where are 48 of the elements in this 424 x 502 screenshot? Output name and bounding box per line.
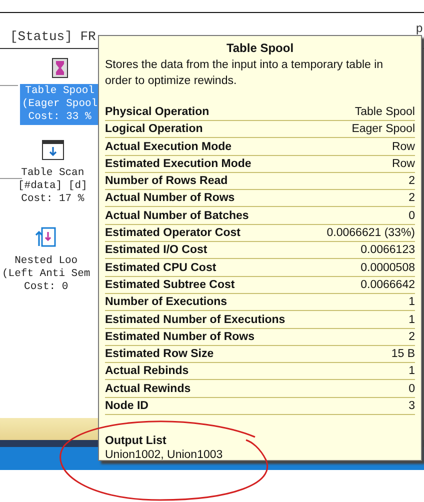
property-name: Number of Rows Read bbox=[105, 174, 228, 190]
property-value: 2 bbox=[408, 174, 415, 190]
property-name: Estimated Number of Executions bbox=[105, 312, 286, 328]
property-name: Estimated I/O Cost bbox=[105, 243, 208, 258]
plan-node-label[interactable]: Nested Loo (Left Anti Sem Cost: 0 bbox=[0, 254, 92, 295]
property-value: 0.0066621 (33%) bbox=[326, 226, 415, 242]
property-value: 0.0066123 bbox=[360, 243, 415, 258]
tooltip-title: Table Spool bbox=[225, 41, 295, 55]
property-value: Row bbox=[392, 140, 415, 155]
connector-line bbox=[0, 85, 18, 86]
property-value: 2 bbox=[408, 330, 415, 345]
loop-arrows-icon bbox=[35, 226, 58, 248]
property-name: Node ID bbox=[105, 399, 148, 414]
property-value: Table Spool bbox=[354, 105, 415, 120]
property-value: 2 bbox=[408, 191, 415, 206]
property-name: Estimated Execution Mode bbox=[105, 156, 252, 172]
output-list-label: Output List bbox=[105, 435, 168, 448]
property-value: 0 bbox=[408, 382, 415, 397]
plan-node-label[interactable]: Table Scan [#data] [d] Cost: 17 % bbox=[16, 166, 90, 207]
property-value: 1 bbox=[408, 364, 415, 380]
property-name: Estimated Number of Rows bbox=[105, 330, 255, 345]
property-value: Eager Spool bbox=[352, 122, 415, 138]
property-name: Logical Operation bbox=[105, 122, 203, 138]
property-name: Actual Execution Mode bbox=[105, 140, 232, 155]
connector-line bbox=[0, 178, 22, 179]
property-name: Actual Rewinds bbox=[105, 382, 191, 397]
plan-header-text: [Status] FR bbox=[10, 29, 96, 44]
property-value: 0.0066642 bbox=[360, 278, 415, 293]
tooltip-description: Stores the data from the input into a temporary table in order to optimize rewinds. bbox=[105, 58, 384, 89]
property-value: 15 B bbox=[391, 347, 415, 362]
property-value: 1 bbox=[408, 312, 415, 328]
property-value: 1 bbox=[408, 295, 415, 310]
property-name: Estimated CPU Cost bbox=[105, 260, 216, 276]
property-name: Actual Number of Batches bbox=[105, 208, 249, 224]
property-name: Estimated Subtree Cost bbox=[105, 278, 235, 293]
property-name: Estimated Operator Cost bbox=[105, 226, 240, 242]
property-name: Actual Rebinds bbox=[105, 364, 189, 380]
property-value: 0 bbox=[408, 208, 415, 224]
property-value: Row bbox=[392, 156, 415, 172]
property-value: 0.0000508 bbox=[360, 260, 415, 276]
property-name: Physical Operation bbox=[105, 105, 210, 120]
plan-header-text: p bbox=[416, 21, 423, 35]
property-name: Number of Executions bbox=[105, 295, 228, 310]
hourglass-icon bbox=[52, 58, 68, 78]
output-list-value: Union1002, Union1003 bbox=[105, 449, 224, 462]
property-value: 3 bbox=[408, 399, 415, 414]
property-name: Actual Number of Rows bbox=[105, 191, 235, 206]
property-name: Estimated Row Size bbox=[105, 347, 214, 362]
